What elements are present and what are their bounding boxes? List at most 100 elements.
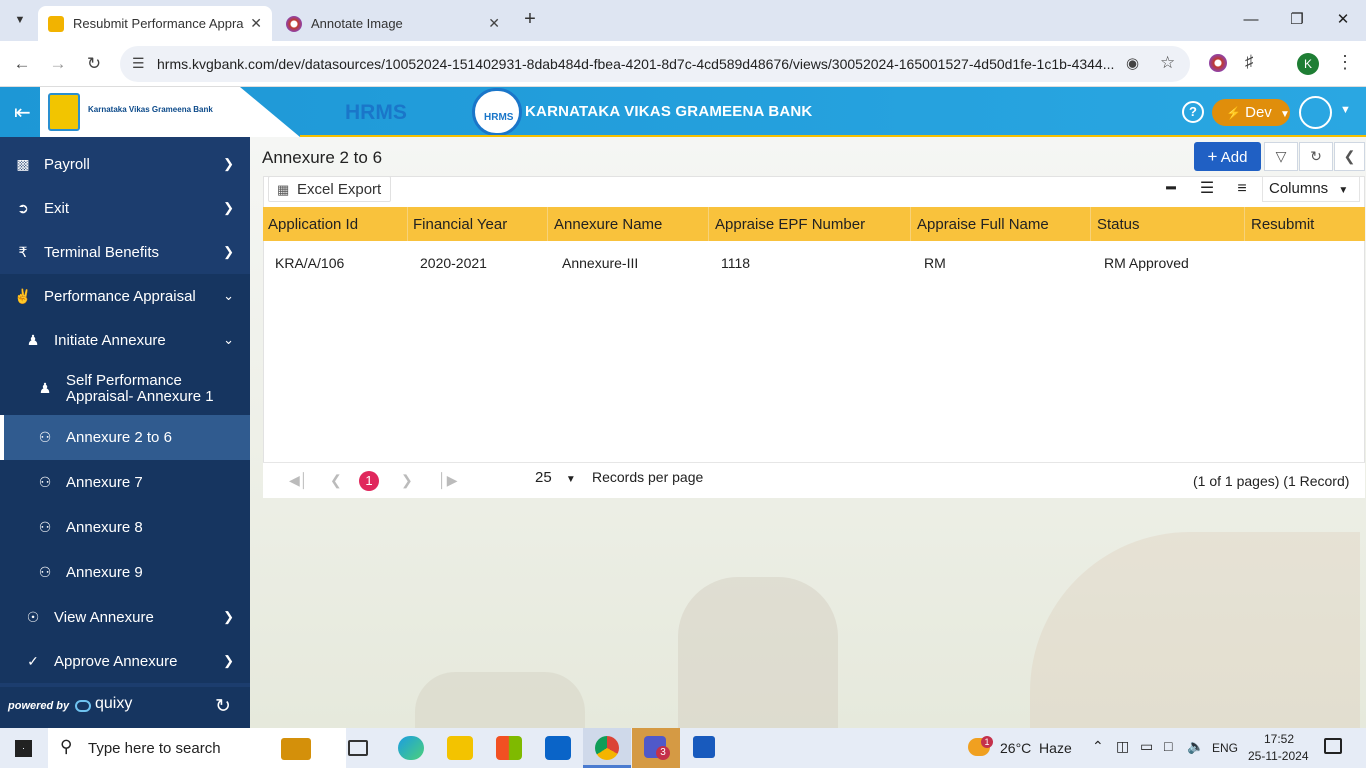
sidebar-item-exit[interactable]: ➲ Exit ❯ bbox=[0, 186, 250, 230]
columns-button[interactable]: Columns ▼ bbox=[1262, 176, 1360, 202]
browser-tab-resubmit[interactable]: Resubmit Performance Appraisa ✕ bbox=[38, 6, 272, 41]
excel-export-button[interactable]: ▦ Excel Export bbox=[268, 176, 391, 202]
profile-avatar[interactable]: K bbox=[1297, 53, 1319, 75]
extension-icon[interactable] bbox=[1209, 54, 1227, 72]
badge-text: HRMS bbox=[484, 112, 514, 123]
extensions-puzzle-icon[interactable]: ♯ bbox=[1245, 52, 1254, 72]
teams-taskbar-button[interactable]: 3 bbox=[632, 728, 680, 768]
outlook-icon[interactable] bbox=[545, 736, 571, 760]
chrome-taskbar-button[interactable] bbox=[583, 728, 631, 768]
show-hidden-icons-icon[interactable]: ⌃ bbox=[1092, 738, 1104, 755]
sidebar-item-payroll[interactable]: ▩ Payroll ❯ bbox=[0, 142, 250, 186]
window-close-button[interactable]: ✕ bbox=[1320, 8, 1366, 32]
page-size-select[interactable]: 25 ▼ bbox=[535, 469, 576, 486]
density-compact-button[interactable]: ━ bbox=[1158, 176, 1184, 202]
filter-button[interactable]: ▽ bbox=[1264, 142, 1298, 171]
chevron-right-icon: ❯ bbox=[223, 653, 234, 668]
close-icon[interactable]: ✕ bbox=[250, 15, 262, 32]
store-icon[interactable] bbox=[496, 736, 522, 760]
sidebar-item-label: Performance Appraisal bbox=[44, 287, 196, 305]
sidebar-item-self-appraisal[interactable]: ♟ Self Performance Appraisal- Annexure 1 bbox=[0, 362, 250, 415]
forward-button[interactable]: → bbox=[46, 52, 70, 76]
bank-logo-icon bbox=[48, 93, 80, 131]
clock-time[interactable]: 17:52 bbox=[1264, 732, 1294, 746]
windows-start-icon[interactable] bbox=[15, 740, 32, 757]
column-header-financial-year[interactable]: Financial Year bbox=[413, 216, 507, 233]
sidebar-item-annexure-2-to-6[interactable]: ⚇ Annexure 2 to 6 bbox=[0, 415, 250, 460]
environment-label: Dev bbox=[1245, 104, 1272, 121]
search-placeholder: Type here to search bbox=[88, 740, 221, 757]
site-info-icon[interactable]: ☰ bbox=[132, 55, 145, 72]
windows-taskbar: ⚲ Type here to search 3 1 26°C Haze ⌃ ◫ … bbox=[0, 728, 1366, 768]
page-number-button[interactable]: 1 bbox=[359, 471, 379, 491]
display-icon[interactable]: □ bbox=[1164, 738, 1172, 754]
language-indicator[interactable]: ENG bbox=[1212, 741, 1238, 755]
url-text[interactable]: hrms.kvgbank.com/dev/datasources/1005202… bbox=[157, 56, 1117, 72]
quixy-logo-icon bbox=[75, 700, 91, 712]
sidebar-item-label: Exit bbox=[44, 199, 70, 217]
clock-date[interactable]: 25-11-2024 bbox=[1248, 749, 1309, 763]
collapse-panel-button[interactable]: ❮ bbox=[1334, 142, 1365, 171]
bookmark-star-icon[interactable]: ☆ bbox=[1160, 53, 1175, 73]
taskbar-search[interactable]: ⚲ Type here to search bbox=[48, 728, 346, 768]
new-tab-button[interactable]: + bbox=[518, 8, 542, 32]
tracking-off-icon[interactable]: ◉ bbox=[1126, 54, 1139, 72]
help-icon[interactable]: ? bbox=[1182, 101, 1204, 123]
prev-page-icon[interactable]: ❮ bbox=[330, 472, 342, 489]
user-icon: ♟ bbox=[26, 331, 40, 348]
file-explorer-icon[interactable] bbox=[447, 736, 473, 760]
minimize-button[interactable]: — bbox=[1228, 8, 1274, 32]
sidebar-item-annexure-7[interactable]: ⚇ Annexure 7 bbox=[0, 460, 250, 505]
browser-menu-icon[interactable]: ⋮ bbox=[1336, 52, 1354, 73]
pager: ◀│ ❮ 1 ❯ │▶ 25 ▼ Records per page (1 of … bbox=[263, 462, 1365, 498]
column-header-annexure-name[interactable]: Annexure Name bbox=[554, 216, 662, 233]
back-button[interactable]: ← bbox=[10, 52, 34, 76]
handshake-icon: ✌ bbox=[14, 287, 32, 304]
task-view-icon[interactable] bbox=[348, 740, 368, 756]
menu-collapse-icon[interactable]: ⇤ bbox=[14, 100, 31, 125]
sidebar-item-annexure-8[interactable]: ⚇ Annexure 8 bbox=[0, 505, 250, 550]
refresh-button[interactable]: ↻ bbox=[1299, 142, 1333, 171]
environment-button[interactable]: ⚡ Dev ▼ bbox=[1212, 99, 1290, 126]
browser-tab-annotate[interactable]: Annotate Image ✕ bbox=[276, 6, 510, 41]
sidebar-item-performance-appraisal[interactable]: ✌ Performance Appraisal ⌄ bbox=[0, 274, 250, 318]
edge-icon[interactable] bbox=[398, 736, 424, 760]
sidebar-item-annexure-9[interactable]: ⚇ Annexure 9 bbox=[0, 550, 250, 595]
last-page-icon[interactable]: │▶ bbox=[438, 472, 458, 489]
omnibox[interactable]: ☰ hrms.kvgbank.com/dev/datasources/10052… bbox=[120, 46, 1190, 82]
column-divider bbox=[1090, 207, 1091, 241]
sidebar-item-initiate-annexure[interactable]: ♟ Initiate Annexure ⌄ bbox=[0, 318, 250, 362]
next-page-icon[interactable]: ❯ bbox=[401, 472, 413, 489]
density-comfortable-button[interactable]: ≡ bbox=[1229, 176, 1255, 202]
tab-title: Annotate Image bbox=[311, 16, 403, 31]
weather-text[interactable]: 26°C Haze bbox=[1000, 740, 1072, 756]
user-menu-caret-icon[interactable]: ▼ bbox=[1340, 104, 1351, 116]
sidebar-item-terminal-benefits[interactable]: ₹ Terminal Benefits ❯ bbox=[0, 230, 250, 274]
user-avatar-icon[interactable] bbox=[1299, 96, 1332, 129]
sidebar-item-approve-annexure[interactable]: ✓ Approve Annexure ❯ bbox=[0, 639, 250, 683]
sidebar-footer: powered by quixy ↻ bbox=[0, 687, 250, 728]
column-header-epf-number[interactable]: Appraise EPF Number bbox=[715, 216, 865, 233]
column-header-full-name[interactable]: Appraise Full Name bbox=[917, 216, 1049, 233]
tab-search-button[interactable]: ▼ bbox=[8, 8, 32, 32]
excel-icon: ▦ bbox=[277, 182, 290, 197]
add-button[interactable]: + Add bbox=[1194, 142, 1261, 171]
sidebar-item-view-annexure[interactable]: ☉ View Annexure ❯ bbox=[0, 595, 250, 639]
notification-icon[interactable] bbox=[1324, 738, 1342, 754]
density-standard-button[interactable]: ☰ bbox=[1194, 176, 1220, 202]
column-header-application-id[interactable]: Application Id bbox=[268, 216, 358, 233]
column-header-resubmit[interactable]: Resubmit bbox=[1251, 216, 1314, 233]
restore-button[interactable]: ❐ bbox=[1274, 8, 1320, 32]
word-taskbar-button[interactable] bbox=[681, 728, 729, 768]
reload-button[interactable]: ↻ bbox=[82, 52, 106, 76]
annotate-favicon-icon bbox=[286, 15, 302, 32]
sidebar-item-label: Terminal Benefits bbox=[44, 243, 160, 261]
network-icon[interactable]: ◫ bbox=[1116, 738, 1129, 755]
refresh-icon[interactable]: ↻ bbox=[215, 695, 231, 718]
battery-icon[interactable]: ▭ bbox=[1140, 738, 1153, 755]
first-page-icon[interactable]: ◀│ bbox=[289, 472, 309, 489]
column-header-status[interactable]: Status bbox=[1097, 216, 1140, 233]
column-divider bbox=[407, 207, 408, 241]
close-icon[interactable]: ✕ bbox=[488, 15, 500, 32]
volume-muted-icon[interactable]: 🔈 bbox=[1187, 738, 1204, 755]
